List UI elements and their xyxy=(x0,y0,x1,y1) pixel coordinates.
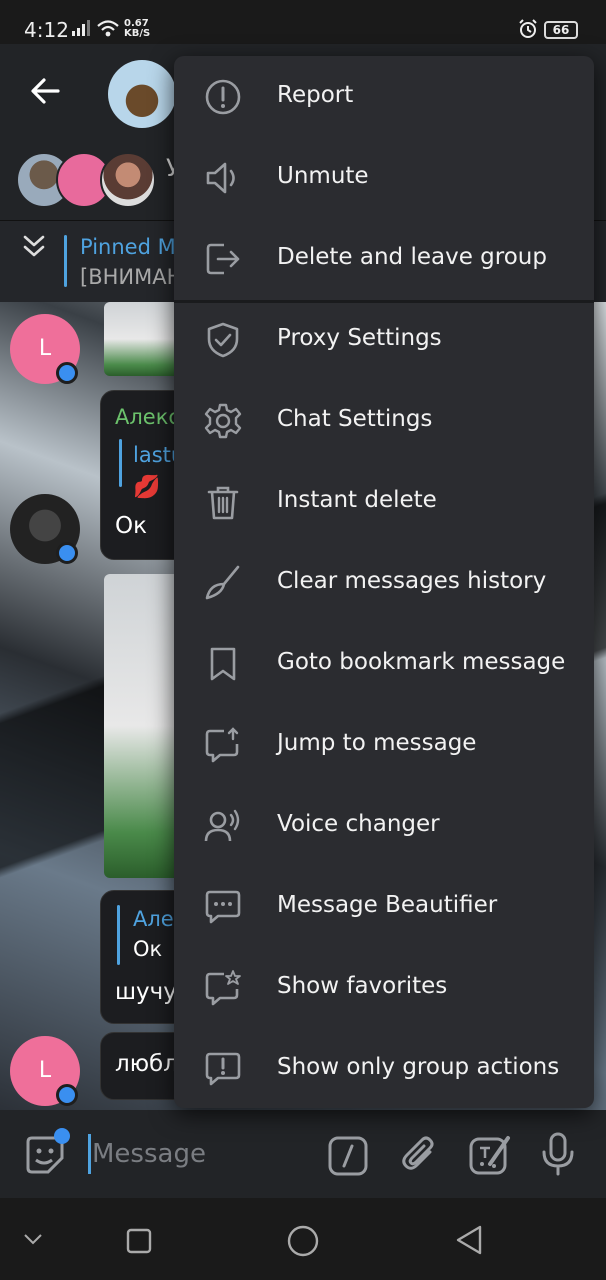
battery-indicator: 66 xyxy=(544,21,578,39)
reply-sender: Але xyxy=(133,907,174,931)
message-input[interactable] xyxy=(92,1132,312,1176)
menu-item-label: Clear messages history xyxy=(277,568,547,594)
menu-item-label: Goto bookmark message xyxy=(277,649,566,675)
back-triangle-icon[interactable] xyxy=(454,1224,484,1260)
menu-item-clear-history[interactable]: Clear messages history xyxy=(174,542,594,623)
menu-item-label: Show favorites xyxy=(277,973,448,999)
trash-icon xyxy=(204,483,242,521)
menu-item-instant-delete[interactable]: Instant delete xyxy=(174,461,594,542)
menu-item-proxy-settings[interactable]: Proxy Settings xyxy=(174,299,594,380)
jump-icon xyxy=(204,726,242,764)
microphone-icon[interactable] xyxy=(540,1132,576,1180)
menu-item-label: Instant delete xyxy=(277,487,437,513)
menu-item-label: Delete and leave group xyxy=(277,244,547,270)
menu-item-report[interactable]: Report xyxy=(174,56,594,137)
menu-item-label: Proxy Settings xyxy=(277,325,442,351)
menu-item-unmute[interactable]: Unmute xyxy=(174,137,594,218)
attach-icon[interactable] xyxy=(400,1134,440,1180)
menu-item-label: Jump to message xyxy=(277,730,477,756)
alarm-icon xyxy=(518,19,538,43)
voice-icon xyxy=(204,807,242,845)
avatar-letter: L xyxy=(38,1058,52,1083)
home-circle-icon[interactable] xyxy=(286,1224,320,1262)
online-indicator xyxy=(56,362,78,384)
message-composer xyxy=(0,1110,606,1198)
menu-item-message-beautifier[interactable]: Message Beautifier xyxy=(174,866,594,947)
online-indicator xyxy=(56,1084,78,1106)
message-image[interactable] xyxy=(104,302,184,376)
online-indicator xyxy=(56,542,78,564)
menu-item-jump-to-message[interactable]: Jump to message xyxy=(174,704,594,785)
network-speed: 0.67 KB/S xyxy=(124,19,150,39)
leave-icon xyxy=(204,240,242,278)
menu-item-goto-bookmark[interactable]: Goto bookmark message xyxy=(174,623,594,704)
message-emoji: 💋 xyxy=(133,475,161,500)
status-time: 4:12 xyxy=(24,18,69,42)
reply-text: Ок xyxy=(133,937,163,961)
menu-item-label: Report xyxy=(277,82,354,108)
reply-accent-line xyxy=(117,905,120,965)
recents-square-icon[interactable] xyxy=(126,1228,152,1258)
bookmark-icon xyxy=(204,645,242,683)
text-caret xyxy=(88,1134,91,1174)
menu-item-voice-changer[interactable]: Voice changer xyxy=(174,785,594,866)
message-text: Ок xyxy=(115,513,147,539)
double-chevron-down-icon[interactable] xyxy=(22,233,46,267)
notification-dot xyxy=(54,1128,70,1144)
speaker-icon xyxy=(204,159,242,197)
menu-item-delete-leave[interactable]: Delete and leave group xyxy=(174,218,594,299)
member-avatar xyxy=(100,152,156,208)
menu-item-label: Voice changer xyxy=(277,811,440,837)
gear-icon xyxy=(204,402,242,440)
chat-alert-icon xyxy=(204,1050,242,1088)
message-text: шучу xyxy=(115,979,177,1005)
message-text: любл xyxy=(115,1051,178,1077)
back-arrow-icon[interactable] xyxy=(28,74,62,112)
menu-item-chat-settings[interactable]: Chat Settings xyxy=(174,380,594,461)
message-image[interactable] xyxy=(104,574,184,878)
pinned-accent-line xyxy=(64,235,67,287)
menu-item-label: Chat Settings xyxy=(277,406,433,432)
pinned-title: Pinned M xyxy=(80,235,176,259)
group-avatar[interactable] xyxy=(108,60,176,128)
report-icon xyxy=(204,78,242,116)
chevron-down-icon[interactable] xyxy=(22,1228,44,1254)
chat-options-menu: Report Unmute Delete and leave group Pro… xyxy=(174,56,594,1108)
menu-item-show-favorites[interactable]: Show favorites xyxy=(174,947,594,1028)
system-navigation-bar xyxy=(0,1198,606,1280)
signal-icon xyxy=(72,20,92,40)
status-bar: 4:12 0.67 KB/S 66 xyxy=(0,0,606,44)
chat-dots-icon xyxy=(204,888,242,926)
chat-star-icon xyxy=(204,969,242,1007)
reply-accent-line xyxy=(119,439,122,487)
pinned-text: [ВНИМАН xyxy=(80,265,180,289)
menu-item-label: Show only group actions xyxy=(277,1054,560,1080)
menu-item-label: Unmute xyxy=(277,163,369,189)
wifi-icon xyxy=(96,20,120,42)
bot-command-icon[interactable] xyxy=(328,1136,368,1180)
paint-sticker-icon[interactable] xyxy=(468,1134,512,1182)
avatar-letter: L xyxy=(38,336,52,361)
broom-icon xyxy=(204,564,242,602)
shield-icon xyxy=(204,321,242,359)
network-speed-unit: KB/S xyxy=(124,28,151,39)
message-sender: Алекс xyxy=(115,405,180,429)
menu-item-group-actions[interactable]: Show only group actions xyxy=(174,1028,594,1108)
menu-item-label: Message Beautifier xyxy=(277,892,498,918)
